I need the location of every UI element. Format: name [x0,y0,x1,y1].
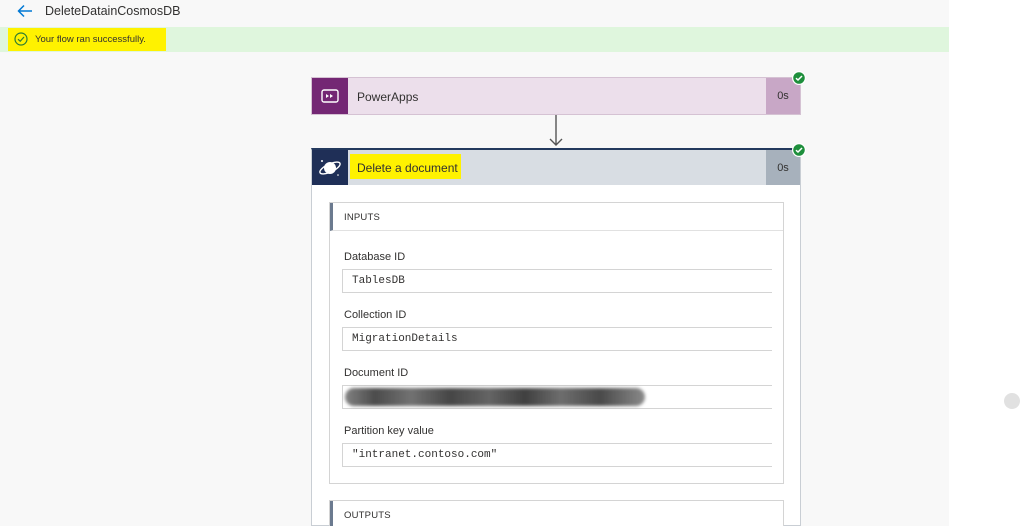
step-card-powerapps[interactable]: PowerApps 0s [311,77,801,115]
inputs-section: INPUTS Database ID TablesDB Collection I… [329,202,784,484]
success-check-icon [14,32,28,46]
redacted-value [345,388,645,406]
flow-title: DeleteDatainCosmosDB [45,4,181,18]
flow-run-canvas: DeleteDatainCosmosDB Your flow ran succe… [0,0,949,526]
top-bar: DeleteDatainCosmosDB [0,0,949,26]
inputs-label: INPUTS [344,212,381,223]
success-check-icon [792,71,806,85]
partition-key-value: "intranet.contoso.com" [352,449,498,461]
outputs-label: OUTPUTS [344,510,391,521]
connector-arrow-icon [549,115,563,146]
success-banner: Your flow ran successfully. [0,27,949,52]
document-id-label: Document ID [344,367,409,379]
partition-key-field: "intranet.contoso.com" [342,443,772,467]
collection-id-label: Collection ID [344,309,407,321]
powerapps-logo-icon [312,78,348,114]
inputs-header[interactable]: INPUTS [330,203,783,231]
outputs-section: OUTPUTS [329,500,784,526]
scroll-indicator[interactable] [1004,393,1020,409]
collection-id-value: MigrationDetails [352,333,458,345]
collection-id-field: MigrationDetails [342,327,772,351]
database-id-value: TablesDB [352,275,405,287]
cosmosdb-planet-icon [312,150,348,185]
success-message: Your flow ran successfully. [35,34,146,45]
database-id-field: TablesDB [342,269,772,293]
step-header[interactable]: Delete a document 0s [312,150,800,185]
partition-key-label: Partition key value [344,425,434,437]
document-id-field [342,385,772,409]
back-arrow-icon[interactable] [16,2,34,20]
success-check-icon [792,143,806,157]
step-title: Delete a document [357,161,458,175]
step-title: PowerApps [357,90,419,104]
database-id-label: Database ID [344,251,406,263]
step-card-delete-document: Delete a document 0s INPUTS Database ID … [311,148,801,526]
outputs-header[interactable]: OUTPUTS [330,501,783,526]
